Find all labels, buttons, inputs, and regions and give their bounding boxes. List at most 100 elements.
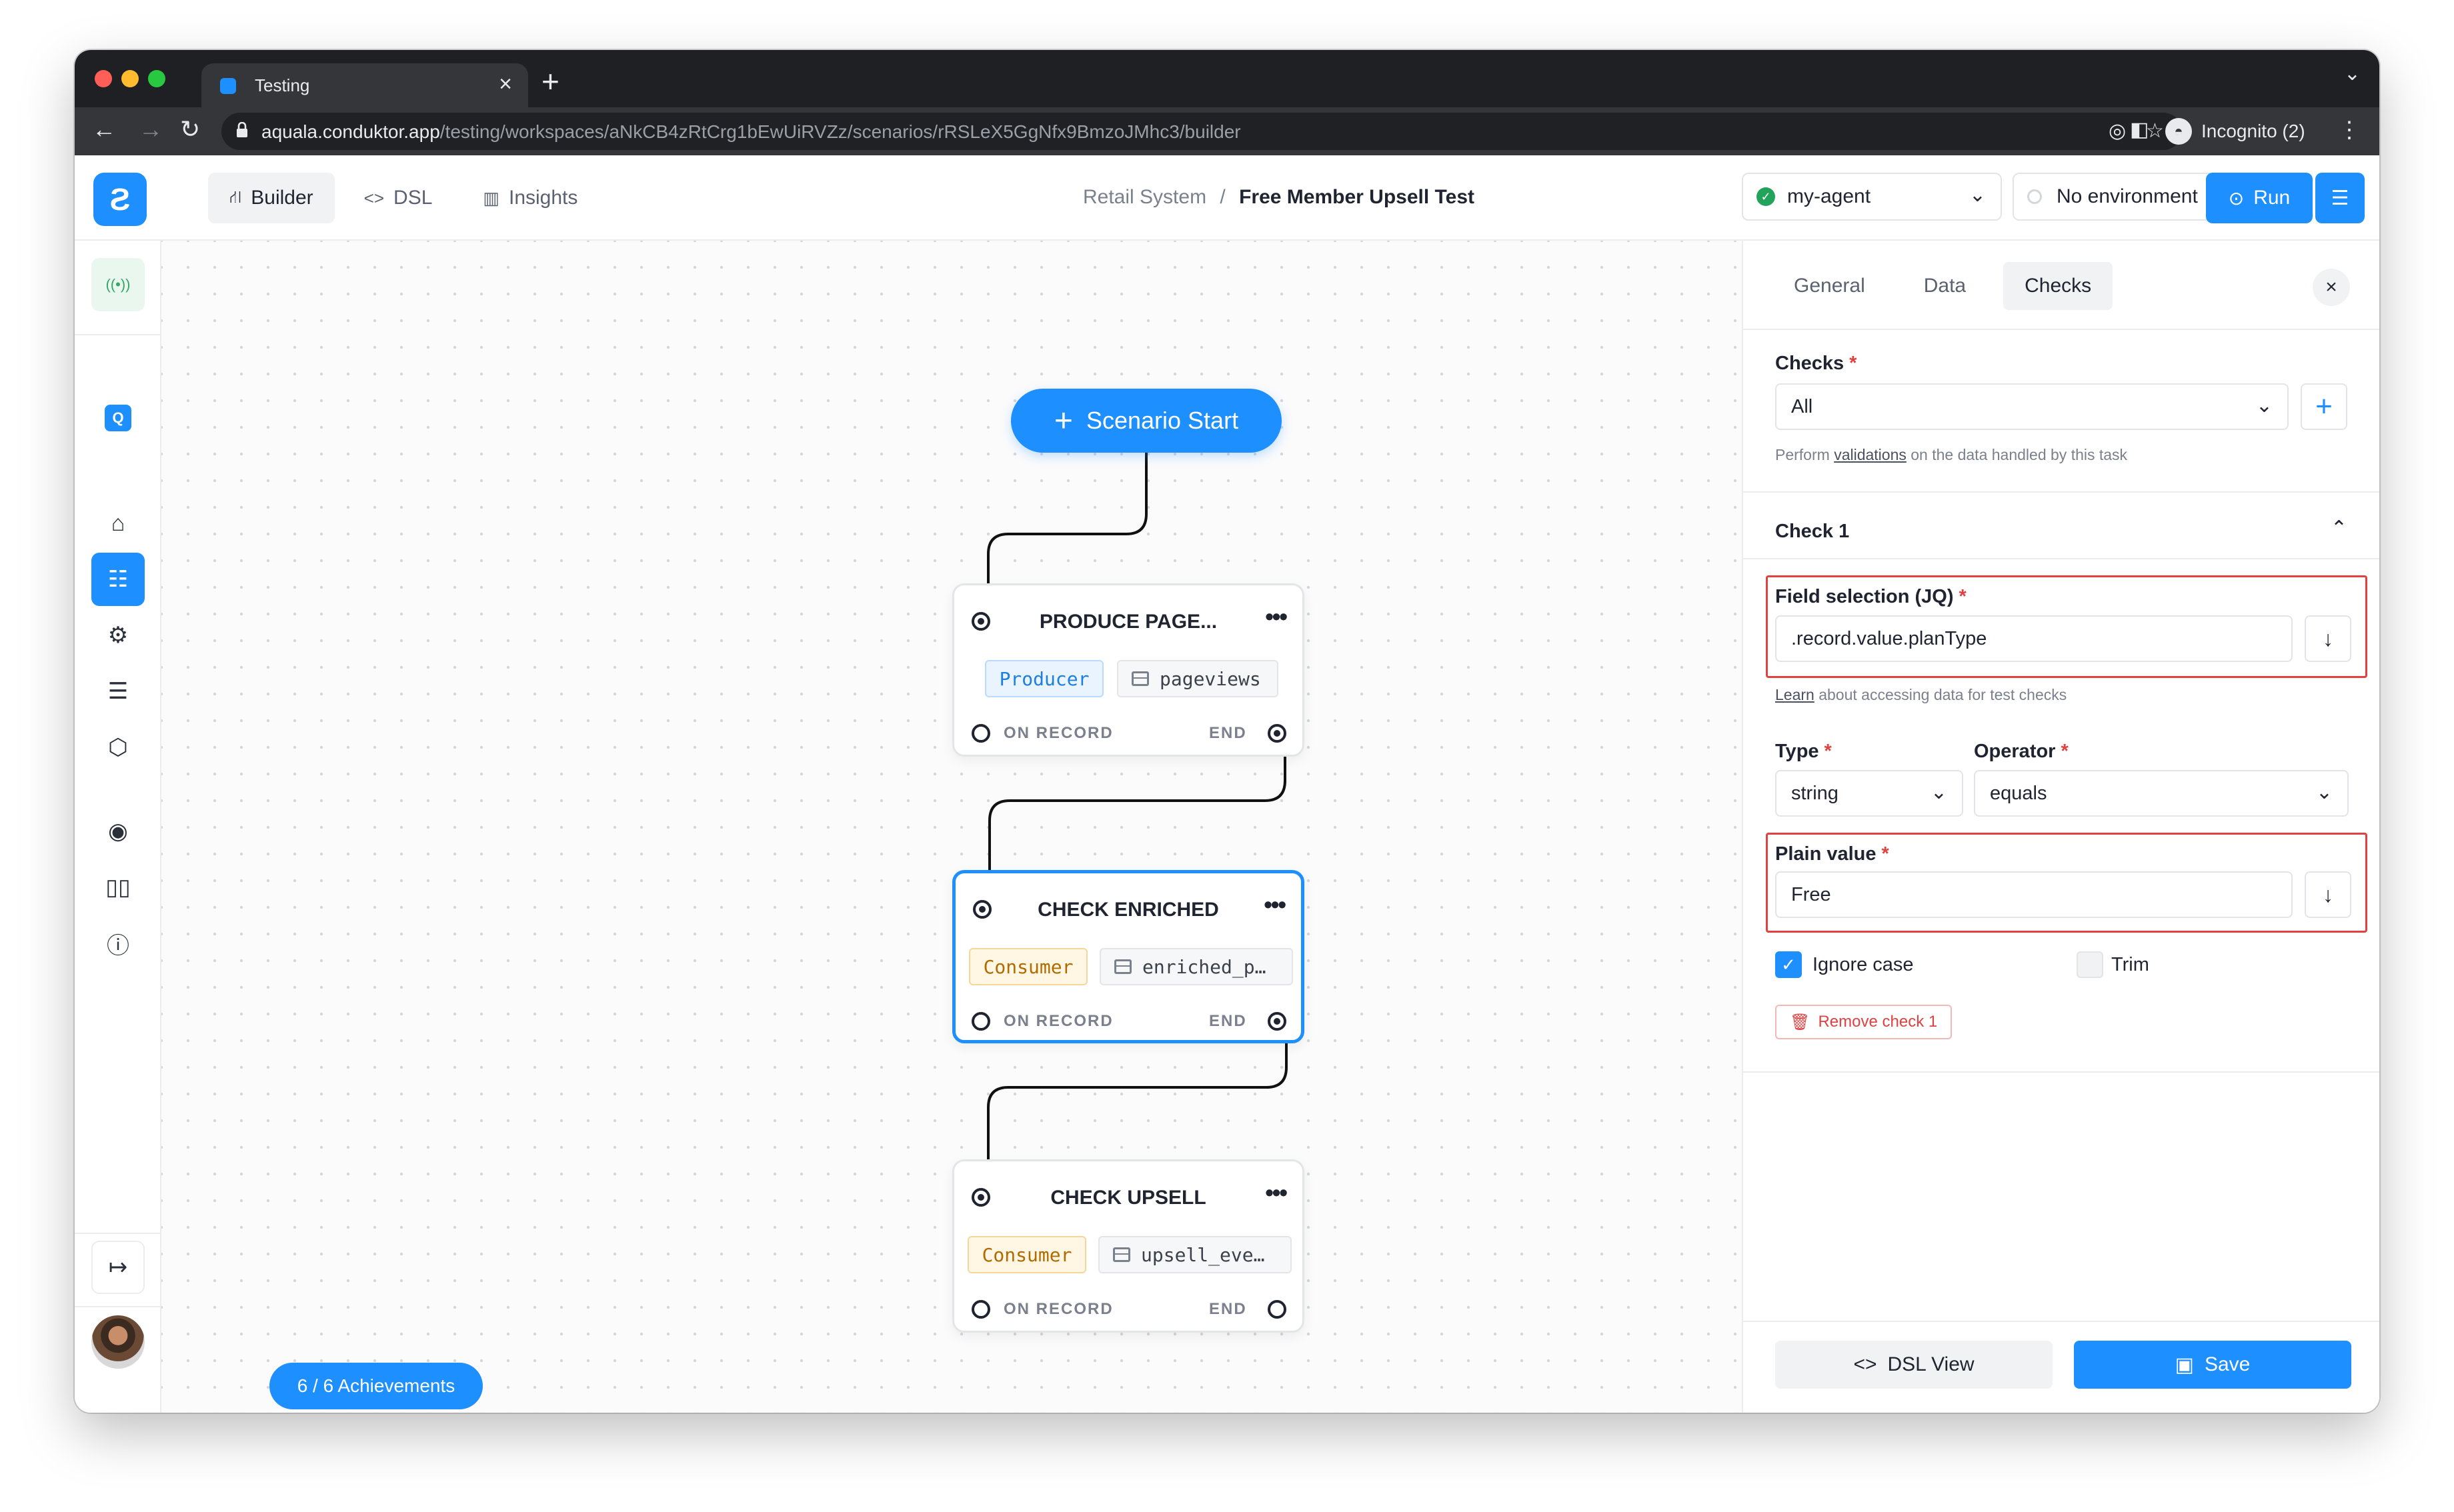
scenario-node-produce[interactable]: PRODUCE PAGE... ••• Producer pageviews O… <box>952 583 1304 757</box>
ignore-case-checkbox[interactable]: ✓ <box>1775 951 1802 978</box>
maximize-window-button[interactable] <box>148 70 165 87</box>
more-options-icon[interactable]: ••• <box>1264 891 1286 919</box>
panel-divider <box>1743 1071 2379 1073</box>
user-circle-icon[interactable]: ◉ <box>91 805 145 858</box>
remove-check-button[interactable]: 🗑 Remove check 1 <box>1775 1005 1953 1039</box>
save-button[interactable]: ▣ Save <box>2074 1341 2351 1389</box>
checks-label: Checks * <box>1775 353 1857 374</box>
avatar[interactable] <box>91 1315 145 1369</box>
field-selection-input[interactable]: .record.value.planType <box>1775 615 2293 662</box>
close-panel-icon[interactable]: × <box>2313 269 2350 306</box>
breadcrumb: Retail System / Free Member Upsell Test <box>1083 186 1474 209</box>
agent-select[interactable]: ✓ my-agent ⌄ <box>1742 173 2002 221</box>
validations-link[interactable]: validations <box>1834 446 1907 463</box>
back-icon[interactable]: ← <box>92 115 116 143</box>
scenario-canvas[interactable]: + Scenario Start PRODUCE PAGE... ••• Pro… <box>161 241 1742 1413</box>
home-icon[interactable]: ⌂ <box>91 497 145 550</box>
end-port[interactable] <box>1268 724 1286 743</box>
app-logo[interactable]: Ƨ <box>93 173 147 226</box>
incognito-icon: ◓ <box>2165 118 2192 145</box>
run-button[interactable]: ⊙ Run <box>2206 173 2313 223</box>
chevron-down-icon: ⌄ <box>1969 184 1986 206</box>
end-port[interactable] <box>1268 1012 1286 1031</box>
checks-help-text: Perform validations on the data handled … <box>1775 446 2128 463</box>
arrow-down-icon: ↓ <box>2323 882 2333 907</box>
trim-checkbox[interactable] <box>2077 951 2103 978</box>
tab-insights-label: Insights <box>508 187 578 209</box>
bar-chart-icon: ▥ <box>483 187 499 208</box>
browser-tab-strip: Testing × + ⌄ <box>75 50 2379 107</box>
browser-menu-icon[interactable]: ⋮ <box>2338 117 2361 143</box>
new-tab-button[interactable]: + <box>541 63 559 99</box>
chip-icon[interactable]: ⚙ <box>91 609 145 662</box>
checks-select-value: All <box>1791 395 1813 417</box>
tab-dsl[interactable]: <> DSL <box>343 173 454 223</box>
more-options-icon[interactable]: ••• <box>1265 603 1288 631</box>
close-window-button[interactable] <box>95 70 112 87</box>
sidebar-item-q[interactable]: Q <box>91 391 145 445</box>
on-record-label: ON RECORD <box>1004 724 1114 742</box>
node-topic-badge: upsell_eve… <box>1098 1236 1292 1273</box>
node-topic-label: enriched_p… <box>1142 955 1266 978</box>
scenario-node-check-enriched[interactable]: CHECK ENRICHED ••• Consumer enriched_p… … <box>952 870 1304 1043</box>
end-port[interactable] <box>1268 1300 1286 1319</box>
breadcrumb-parent[interactable]: Retail System <box>1083 186 1206 208</box>
q-app-icon: Q <box>105 405 131 431</box>
check-section-title[interactable]: Check 1 <box>1775 521 1849 543</box>
panel-tabs: General Data Checks <box>1772 262 2113 310</box>
scenario-node-check-upsell[interactable]: CHECK UPSELL ••• Consumer upsell_eve… ON… <box>952 1159 1304 1333</box>
agent-select-value: my-agent <box>1787 185 1871 207</box>
checklist-icon[interactable]: ☷ <box>91 553 145 606</box>
add-check-button[interactable]: + <box>2301 383 2347 430</box>
close-tab-icon[interactable]: × <box>499 71 512 97</box>
on-record-port[interactable] <box>972 1300 990 1319</box>
table-icon <box>1114 959 1132 974</box>
field-selection-arrow-button[interactable]: ↓ <box>2305 615 2351 662</box>
dsl-view-button[interactable]: <> DSL View <box>1775 1341 2053 1389</box>
browser-window: Testing × + ⌄ ← → ↻ aquala.conduktor.app… <box>75 50 2379 1413</box>
scenario-start-label: Scenario Start <box>1086 407 1239 434</box>
code-icon: <> <box>1853 1353 1877 1375</box>
plain-value-input[interactable]: Free <box>1775 871 2293 918</box>
node-connections <box>987 453 1288 1195</box>
operator-select[interactable]: equals ⌄ <box>1974 770 2349 817</box>
scenario-start-button[interactable]: + Scenario Start <box>1011 389 1282 453</box>
incognito-indicator[interactable]: ◓ Incognito (2) <box>2165 115 2305 147</box>
plain-value-arrow-button[interactable]: ↓ <box>2305 871 2351 918</box>
tab-search-icon[interactable]: ⌄ <box>2344 62 2361 85</box>
on-record-port[interactable] <box>972 1012 990 1031</box>
address-bar[interactable]: aquala.conduktor.app/testing/workspaces/… <box>221 113 2182 150</box>
tab-insights[interactable]: ▥ Insights <box>461 173 599 223</box>
reload-icon[interactable]: ↻ <box>180 115 200 143</box>
checks-select[interactable]: All ⌄ <box>1775 383 2289 430</box>
minimize-window-button[interactable] <box>121 70 139 87</box>
forward-icon[interactable]: → <box>139 115 163 143</box>
book-icon[interactable]: ▯▯ <box>91 861 145 914</box>
live-broadcast-icon[interactable]: ((•)) <box>91 258 145 311</box>
server-icon[interactable]: ☰ <box>91 665 145 718</box>
on-record-port[interactable] <box>972 724 990 743</box>
type-label: Type * <box>1775 741 1832 762</box>
achievements-badge[interactable]: 6 / 6 Achievements <box>269 1363 483 1409</box>
plain-value-label: Plain value * <box>1775 843 1889 865</box>
more-options-icon[interactable]: ••• <box>1265 1179 1288 1207</box>
tab-builder[interactable]: ⛙ Builder <box>208 173 335 223</box>
expand-sidebar-icon[interactable]: ↦ <box>91 1241 145 1294</box>
tab-data[interactable]: Data <box>1903 262 1987 310</box>
tracking-off-icon[interactable]: ◎ <box>2109 119 2126 143</box>
info-icon[interactable]: ⓘ <box>91 917 145 970</box>
field-help-text: Learn about accessing data for test chec… <box>1775 686 2067 703</box>
node-title: CHECK UPSELL <box>1050 1187 1206 1209</box>
run-settings-button[interactable]: ☰ <box>2315 173 2365 223</box>
learn-link[interactable]: Learn <box>1775 686 1814 703</box>
side-panel-icon[interactable]: ◧ <box>2130 118 2149 141</box>
browser-tab[interactable]: Testing × <box>201 63 528 107</box>
tab-general[interactable]: General <box>1772 262 1887 310</box>
tab-checks[interactable]: Checks <box>2003 262 2113 310</box>
node-topic-badge: enriched_p… <box>1100 948 1293 985</box>
tab-title: Testing <box>255 75 310 95</box>
node-topic-badge: pageviews <box>1117 660 1278 697</box>
type-select[interactable]: string ⌄ <box>1775 770 1963 817</box>
chevron-up-icon[interactable]: ⌃ <box>2331 517 2347 540</box>
cube-icon[interactable]: ⬡ <box>91 721 145 774</box>
